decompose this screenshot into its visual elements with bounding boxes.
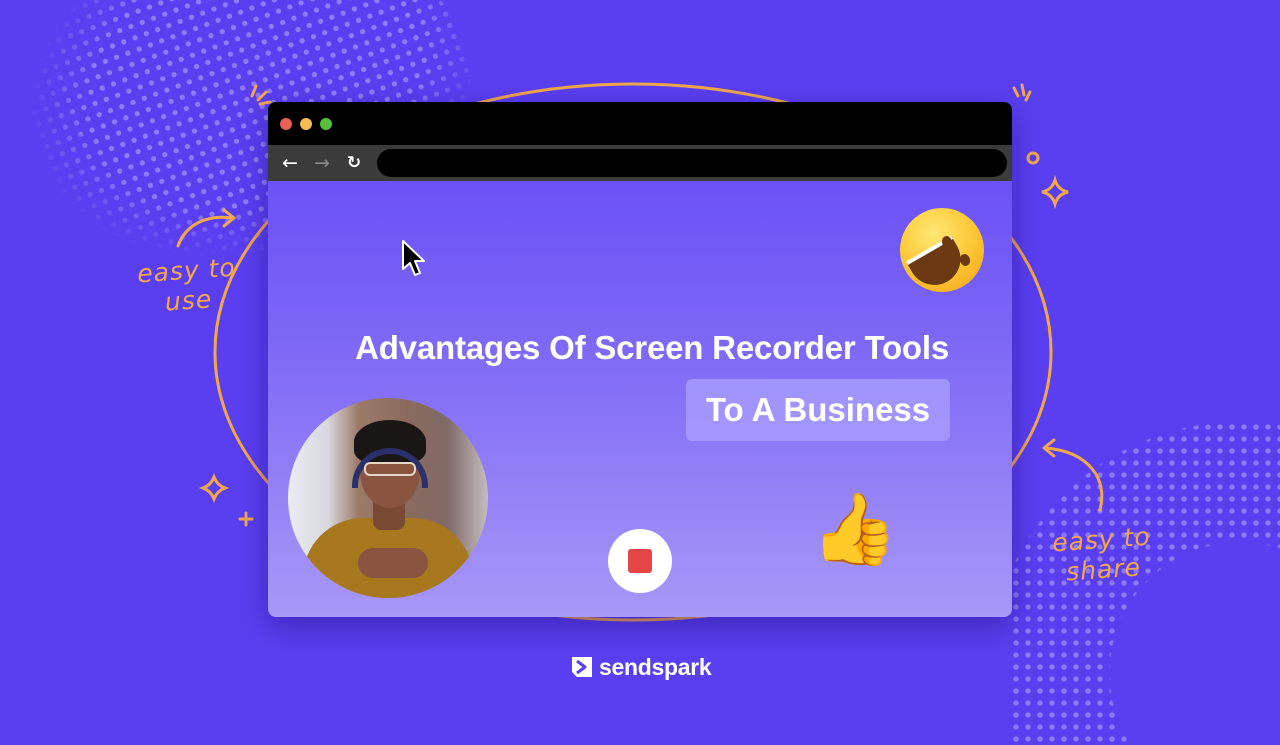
close-window-button[interactable] — [280, 118, 292, 130]
arrow-head-left — [222, 208, 236, 228]
headline-highlight: To A Business — [686, 379, 950, 441]
sparkle-star-right — [1041, 174, 1069, 210]
easy-to-use-label: easy to use — [128, 252, 247, 320]
stop-icon — [628, 549, 652, 573]
minimize-window-button[interactable] — [300, 118, 312, 130]
browser-toolbar: ← → ↻ — [268, 145, 1012, 181]
address-bar[interactable] — [377, 149, 1007, 177]
headline: Advantages Of Screen Recorder Tools — [355, 329, 949, 366]
easy-to-share-label: easy to share — [1043, 521, 1162, 589]
small-ring — [1026, 151, 1040, 165]
mouse-pointer-icon — [402, 240, 425, 276]
forward-arrow-icon[interactable]: → — [311, 152, 333, 174]
sendspark-logo: sendspark — [571, 653, 712, 680]
grinning-face-emoji-icon — [900, 208, 984, 295]
browser-titlebar — [268, 102, 1012, 145]
reload-icon[interactable]: ↻ — [343, 152, 365, 174]
thumbs-up-emoji-icon: 👍 — [811, 488, 899, 570]
webcam-avatar — [288, 398, 488, 598]
browser-window: ← → ↻ Advantages Of Screen Recorder Tool… — [268, 102, 1012, 617]
sparkle-lines-top-right — [1012, 83, 1032, 102]
arrow-curve-right — [1044, 446, 1104, 512]
back-arrow-icon[interactable]: ← — [279, 152, 301, 174]
sendspark-logo-icon — [572, 657, 592, 677]
brand-name: sendspark — [599, 653, 712, 680]
sparkle-star-left — [198, 472, 230, 504]
arrow-head-right — [1042, 438, 1056, 458]
plus-sign — [238, 511, 254, 527]
maximize-window-button[interactable] — [320, 118, 332, 130]
stop-recording-button[interactable] — [608, 529, 672, 593]
arrow-curve-left — [176, 215, 234, 248]
